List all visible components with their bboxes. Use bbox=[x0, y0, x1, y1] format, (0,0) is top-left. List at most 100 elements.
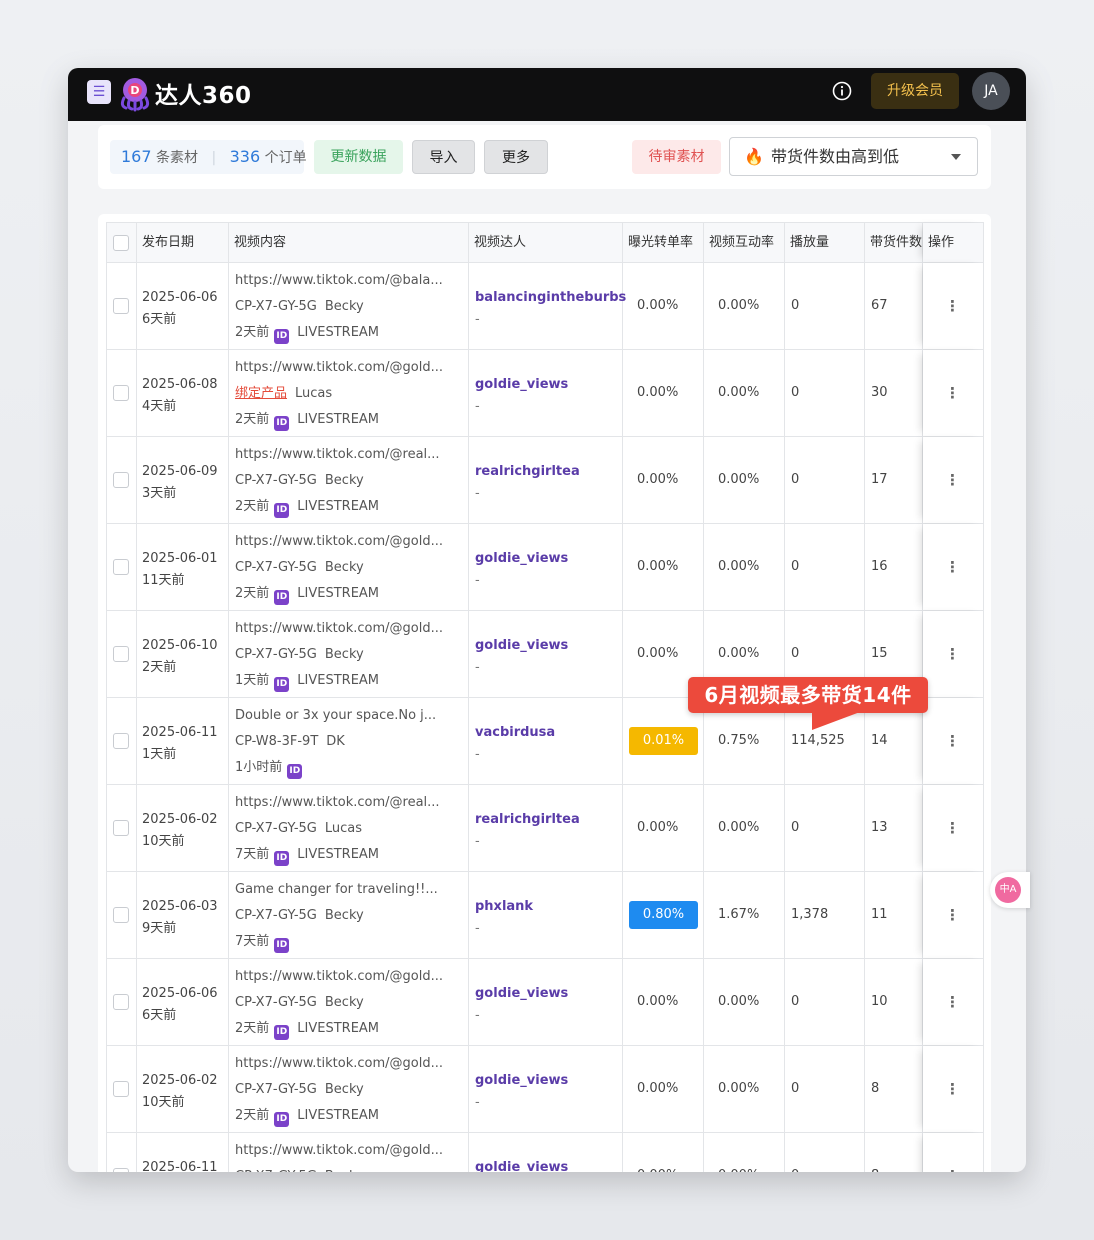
engagement-value: 0.00% bbox=[718, 994, 760, 1009]
video-caption[interactable]: https://www.tiktok.com/@gold... bbox=[235, 969, 443, 984]
table-row[interactable]: 2025-06-06 6天前 https://www.tiktok.com/@bal… bbox=[107, 263, 984, 350]
header-engagement[interactable]: 视频互动率 bbox=[709, 223, 774, 262]
creator-link[interactable]: goldie_views bbox=[475, 1157, 568, 1172]
ctr-value: 0.00% bbox=[637, 472, 679, 487]
operator-name: Becky bbox=[324, 995, 364, 1010]
more-actions-icon[interactable]: ⋮ bbox=[945, 524, 960, 610]
row-checkbox[interactable] bbox=[113, 907, 129, 923]
video-caption[interactable]: https://www.tiktok.com/@gold... bbox=[235, 360, 443, 375]
posted-ago: 7天前 bbox=[235, 847, 270, 862]
more-actions-icon[interactable]: ⋮ bbox=[945, 698, 960, 784]
menu-icon[interactable]: ☰ bbox=[87, 80, 111, 104]
more-actions-icon[interactable]: ⋮ bbox=[945, 785, 960, 871]
creator-link[interactable]: realrichgirltea bbox=[475, 809, 580, 831]
engagement-value: 0.00% bbox=[718, 472, 760, 487]
creator-link[interactable]: goldie_views bbox=[475, 1070, 568, 1092]
video-caption[interactable]: https://www.tiktok.com/@real... bbox=[235, 795, 440, 810]
table-row[interactable]: 2025-06-11 https://www.tiktok.com/@gold..… bbox=[107, 1133, 984, 1172]
import-button[interactable]: 导入 bbox=[412, 140, 475, 174]
posted-ago: 2天前 bbox=[235, 412, 270, 427]
more-actions-icon[interactable]: ⋮ bbox=[945, 959, 960, 1045]
header-publish-date[interactable]: 发布日期 bbox=[142, 223, 194, 262]
header-ctr[interactable]: 曝光转单率 bbox=[628, 223, 693, 262]
creator-link[interactable]: balancingintheburbs bbox=[475, 287, 626, 309]
select-all-checkbox[interactable] bbox=[113, 235, 129, 251]
items-sold-value: 17 bbox=[871, 472, 888, 487]
publish-date: 2025-06-02 bbox=[142, 812, 218, 827]
video-caption[interactable]: https://www.tiktok.com/@gold... bbox=[235, 534, 443, 549]
creator-link[interactable]: goldie_views bbox=[475, 635, 568, 657]
table-row[interactable]: 2025-06-02 10天前 https://www.tiktok.com/@go… bbox=[107, 1046, 984, 1133]
video-caption[interactable]: https://www.tiktok.com/@bala... bbox=[235, 273, 443, 288]
operator-name: Becky bbox=[324, 473, 364, 488]
header-items-sold[interactable]: 带货件数 bbox=[870, 223, 922, 262]
header-video-content[interactable]: 视频内容 bbox=[234, 223, 286, 262]
table-row[interactable]: 2025-06-03 9天前 Game changer for traveling!… bbox=[107, 872, 984, 959]
sort-select[interactable]: 🔥 带货件数由高到低 bbox=[729, 137, 978, 176]
row-checkbox[interactable] bbox=[113, 820, 129, 836]
row-checkbox[interactable] bbox=[113, 385, 129, 401]
creator-sub: - bbox=[475, 312, 480, 327]
row-checkbox[interactable] bbox=[113, 1081, 129, 1097]
more-actions-icon[interactable]: ⋮ bbox=[945, 872, 960, 958]
engagement-value: 0.00% bbox=[718, 559, 760, 574]
publish-ago: 11天前 bbox=[142, 573, 185, 588]
bind-product-link[interactable]: 绑定产品 bbox=[235, 386, 287, 401]
info-icon[interactable] bbox=[832, 81, 852, 101]
table-row[interactable]: 2025-06-01 11天前 https://www.tiktok.com/@go… bbox=[107, 524, 984, 611]
row-checkbox[interactable] bbox=[113, 994, 129, 1010]
avatar[interactable]: JA bbox=[972, 72, 1010, 110]
row-checkbox[interactable] bbox=[113, 298, 129, 314]
table-row[interactable]: 2025-06-02 10天前 https://www.tiktok.com/@re… bbox=[107, 785, 984, 872]
header-views[interactable]: 播放量 bbox=[790, 223, 829, 262]
video-caption[interactable]: Game changer for traveling!!... bbox=[235, 882, 438, 897]
row-checkbox[interactable] bbox=[113, 646, 129, 662]
table-row[interactable]: 2025-06-09 3天前 https://www.tiktok.com/@rea… bbox=[107, 437, 984, 524]
row-checkbox[interactable] bbox=[113, 733, 129, 749]
header-creator[interactable]: 视频达人 bbox=[474, 223, 526, 262]
creator-link[interactable]: goldie_views bbox=[475, 983, 568, 1005]
creator-link[interactable]: realrichgirltea bbox=[475, 461, 580, 483]
more-actions-icon[interactable]: ⋮ bbox=[945, 611, 960, 697]
video-caption[interactable]: Double or 3x your space.No j... bbox=[235, 708, 436, 723]
table-row[interactable]: 2025-06-08 4天前 https://www.tiktok.com/@gol… bbox=[107, 350, 984, 437]
creator-link[interactable]: goldie_views bbox=[475, 374, 568, 396]
video-caption[interactable]: https://www.tiktok.com/@gold... bbox=[235, 1056, 443, 1071]
toolbar: 167 条素材 | 336 个订单 更新数据 导入 更多 待审素材 🔥 带货件数… bbox=[98, 125, 991, 189]
row-checkbox[interactable] bbox=[113, 1168, 129, 1172]
publish-date: 2025-06-11 bbox=[142, 725, 218, 740]
engagement-value: 0.00% bbox=[718, 298, 760, 313]
creator-link[interactable]: vacbirdusa bbox=[475, 722, 555, 744]
more-actions-icon[interactable]: ⋮ bbox=[945, 1046, 960, 1132]
video-content: https://www.tiktok.com/@gold... CP-X7-GY-… bbox=[235, 1051, 465, 1129]
pending-materials-button[interactable]: 待审素材 bbox=[632, 140, 721, 174]
publish-ago: 6天前 bbox=[142, 1008, 177, 1023]
video-content: https://www.tiktok.com/@bala... CP-X7-GY-… bbox=[235, 268, 465, 346]
more-actions-icon[interactable]: ⋮ bbox=[945, 350, 960, 436]
publish-ago: 2天前 bbox=[142, 660, 177, 675]
publish-date: 2025-06-01 bbox=[142, 551, 218, 566]
items-sold-value: 8 bbox=[871, 1081, 880, 1096]
summary-counts: 167 条素材 | 336 个订单 bbox=[110, 140, 307, 174]
video-caption[interactable]: https://www.tiktok.com/@gold... bbox=[235, 621, 443, 636]
translate-fab[interactable]: 中A bbox=[990, 872, 1030, 908]
more-actions-icon[interactable]: ⋮ bbox=[945, 1133, 960, 1172]
materials-count: 167 bbox=[121, 147, 152, 166]
refresh-data-button[interactable]: 更新数据 bbox=[314, 140, 403, 174]
table-row[interactable]: 2025-06-06 6天前 https://www.tiktok.com/@gol… bbox=[107, 959, 984, 1046]
creator-link[interactable]: phxlank bbox=[475, 896, 533, 918]
video-content: https://www.tiktok.com/@real... CP-X7-GY-… bbox=[235, 790, 465, 868]
more-button[interactable]: 更多 bbox=[484, 140, 548, 174]
upgrade-button[interactable]: 升级会员 bbox=[871, 73, 959, 109]
creator-link[interactable]: goldie_views bbox=[475, 548, 568, 570]
row-checkbox[interactable] bbox=[113, 559, 129, 575]
orders-unit: 个订单 bbox=[264, 150, 307, 166]
video-caption[interactable]: https://www.tiktok.com/@real... bbox=[235, 447, 440, 462]
video-caption[interactable]: https://www.tiktok.com/@gold... bbox=[235, 1143, 443, 1158]
more-actions-icon[interactable]: ⋮ bbox=[945, 437, 960, 523]
id-badge-icon: ID bbox=[274, 503, 290, 518]
publish-ago: 9天前 bbox=[142, 921, 177, 936]
more-actions-icon[interactable]: ⋮ bbox=[945, 263, 960, 349]
operator-name: Lucas bbox=[295, 386, 333, 401]
row-checkbox[interactable] bbox=[113, 472, 129, 488]
